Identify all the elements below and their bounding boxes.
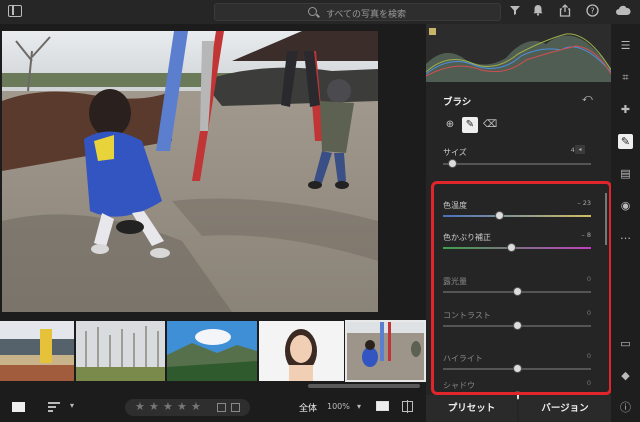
panel-title: ブラシ: [443, 97, 472, 108]
share-icon[interactable]: [557, 4, 573, 20]
panel-scrollbar[interactable]: [605, 193, 607, 245]
comment-icon[interactable]: ▭: [618, 336, 633, 351]
search-placeholder: すべての写真を検索: [326, 10, 407, 20]
linear-gradient-icon[interactable]: ▤: [618, 166, 633, 181]
sort-icon[interactable]: [48, 402, 60, 414]
thumbnail[interactable]: [0, 321, 74, 381]
help-icon[interactable]: ?: [584, 4, 600, 20]
size-slider[interactable]: [443, 163, 591, 165]
bell-icon[interactable]: [530, 4, 546, 20]
star-icon[interactable]: ★: [149, 400, 159, 413]
healing-icon[interactable]: ✚: [618, 102, 633, 117]
tag-icon[interactable]: ◆: [618, 368, 633, 383]
bottom-toolbar: ▾ ★ ★ ★ ★ ★ 全体 100% ▾: [0, 392, 426, 422]
main-photo[interactable]: [2, 31, 378, 312]
radial-gradient-icon[interactable]: ◉: [618, 198, 633, 213]
compare-icon[interactable]: [376, 401, 389, 411]
zoom-level[interactable]: 100%: [327, 402, 350, 411]
thumbnail[interactable]: [76, 321, 165, 381]
star-icon[interactable]: ★: [177, 400, 187, 413]
edit-sliders-icon[interactable]: ☰: [618, 38, 633, 53]
rating-filter: ★ ★ ★ ★ ★: [125, 399, 250, 416]
reject-flag-icon[interactable]: [231, 403, 240, 412]
cloud-icon[interactable]: [615, 4, 631, 20]
histogram: [426, 24, 611, 82]
info-icon[interactable]: ⓘ: [618, 400, 633, 415]
crop-icon[interactable]: ⌗: [618, 70, 633, 85]
preset-button[interactable]: プリセット: [426, 395, 517, 422]
zoom-chevron-icon[interactable]: ▾: [357, 402, 361, 411]
thumbnail-selected[interactable]: [345, 320, 426, 382]
search-field[interactable]: すべての写真を検索: [214, 3, 501, 21]
star-icon[interactable]: ★: [135, 400, 145, 413]
star-icon[interactable]: ★: [163, 400, 173, 413]
tool-strip: ☰ ⌗ ✚ ✎ ▤ ◉ … ▭ ◆ ⓘ: [611, 24, 640, 422]
size-slider-knob[interactable]: [448, 159, 457, 168]
square-grid-icon[interactable]: [12, 402, 25, 412]
panel-toggle-icon[interactable]: [8, 5, 22, 17]
reset-icon[interactable]: ⤺: [582, 93, 593, 104]
eraser-icon[interactable]: ⌫: [483, 117, 497, 133]
size-label: サイズ: [443, 148, 467, 157]
pick-flag-icon[interactable]: [217, 403, 226, 412]
thumbnail[interactable]: [167, 321, 257, 381]
filmstrip: [0, 318, 426, 384]
add-brush-icon[interactable]: ⊕: [443, 117, 457, 133]
star-icon[interactable]: ★: [191, 400, 201, 413]
size-stepper[interactable]: ◂: [575, 145, 585, 154]
svg-text:?: ?: [590, 7, 594, 16]
search-icon: [308, 7, 317, 16]
filter-icon[interactable]: [507, 4, 523, 20]
view-all-label[interactable]: 全体: [299, 401, 317, 414]
brush-icon[interactable]: ✎: [462, 117, 478, 133]
split-view-icon[interactable]: [402, 400, 413, 413]
more-icon[interactable]: …: [618, 228, 633, 243]
brush-tool-icon[interactable]: ✎: [618, 134, 633, 149]
top-bar: すべての写真を検索 ?: [0, 0, 640, 24]
filmstrip-scrollbar[interactable]: [308, 384, 420, 388]
thumbnail[interactable]: [259, 321, 344, 381]
highlight-box: [431, 181, 612, 395]
version-button[interactable]: バージョン: [519, 395, 611, 422]
chevron-down-icon[interactable]: ▾: [70, 401, 74, 410]
